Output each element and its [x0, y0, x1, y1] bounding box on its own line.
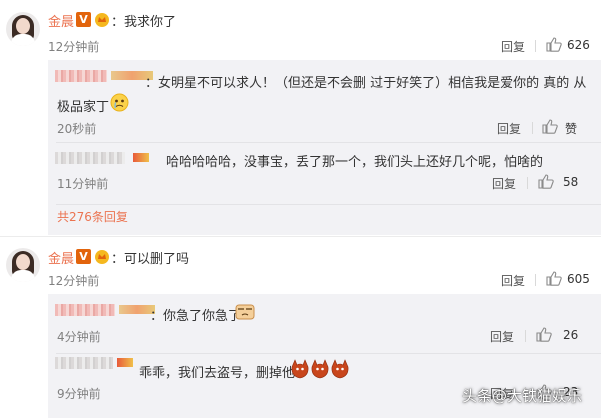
- username-blurred[interactable]: [55, 152, 165, 164]
- reply-button[interactable]: 回复: [497, 120, 521, 137]
- crown-icon: [95, 13, 109, 27]
- reply-button[interactable]: 回复: [501, 272, 525, 289]
- reply-text: ：你急了你急了: [150, 309, 242, 324]
- thumbs-up-icon[interactable]: [542, 119, 558, 134]
- divider: [525, 330, 526, 342]
- reply-button[interactable]: 回复: [492, 175, 516, 192]
- verified-icon: V: [76, 249, 91, 264]
- cry-face-icon: [110, 93, 129, 112]
- reply-text: 乖乖，我们去盗号，删掉他: [139, 366, 296, 381]
- divider: [532, 122, 533, 134]
- comment-item: 金晨 V ：我求你了 12分钟前 回复 626 ：女明星不可以求人！（但还是不会…: [0, 0, 601, 235]
- divider: [56, 204, 601, 205]
- username[interactable]: 金晨: [48, 248, 74, 267]
- reply-item: ：女明星不可以求人！（但还是不会删 过于好笑了）相信我是爱你的 真的 从 极品家…: [48, 60, 601, 140]
- divider: [535, 40, 536, 52]
- timestamp: 12分钟前: [48, 274, 100, 288]
- verified-icon: V: [76, 12, 91, 27]
- avatar[interactable]: [6, 12, 40, 46]
- thumbs-up-icon[interactable]: [546, 271, 562, 286]
- reply-text: 哈哈哈哈哈，没事宝，丢了那一个，我们头上还好几个呢，怕啥的: [166, 155, 544, 170]
- username-blurred[interactable]: [55, 304, 155, 316]
- divider: [535, 274, 536, 286]
- like-count: 626: [567, 38, 590, 52]
- like-count: 58: [563, 175, 579, 189]
- anxious-emoji-icon: [235, 304, 255, 320]
- avatar[interactable]: [6, 248, 40, 282]
- reply-text-line2: 极品家丁: [57, 100, 110, 115]
- thumbs-up-icon[interactable]: [546, 37, 562, 52]
- username[interactable]: 金晨: [48, 11, 74, 30]
- watermark: 头条@大铁猫娱乐: [462, 387, 583, 405]
- username-blurred[interactable]: [55, 70, 153, 82]
- divider: [527, 177, 528, 189]
- comment-text: ：我求你了: [111, 15, 177, 30]
- timestamp: 11分钟前: [57, 177, 109, 191]
- reply-button[interactable]: 回复: [501, 38, 525, 55]
- username-blurred[interactable]: [55, 357, 135, 369]
- timestamp: 12分钟前: [48, 40, 100, 54]
- reply-button[interactable]: 回复: [490, 328, 514, 345]
- reply-item: ：你急了你急了 4分钟前 回复 26: [48, 294, 601, 352]
- like-count: 26: [563, 328, 579, 342]
- thumbs-up-icon[interactable]: [536, 327, 552, 342]
- like-count: 605: [567, 272, 590, 286]
- timestamp: 9分钟前: [57, 387, 101, 401]
- crown-icon: [95, 250, 109, 264]
- more-replies-link[interactable]: 共276条回复: [57, 208, 128, 225]
- timestamp: 4分钟前: [57, 330, 101, 344]
- comment-text: ：可以删了吗: [111, 252, 190, 267]
- divider: [56, 142, 601, 143]
- timestamp: 20秒前: [57, 122, 97, 136]
- reply-item: 哈哈哈哈哈，没事宝，丢了那一个，我们头上还好几个呢，怕啥的 11分钟前 回复 5…: [48, 144, 601, 204]
- thumbs-up-icon[interactable]: [538, 174, 554, 189]
- reply-list: ：女明星不可以求人！（但还是不会删 过于好笑了）相信我是爱你的 真的 从 极品家…: [48, 60, 601, 235]
- reply-text: ：女明星不可以求人！（但还是不会删 过于好笑了）相信我是爱你的 真的 从: [145, 76, 587, 91]
- like-label[interactable]: 赞: [565, 120, 577, 137]
- devil-emoji-icon: [291, 359, 349, 379]
